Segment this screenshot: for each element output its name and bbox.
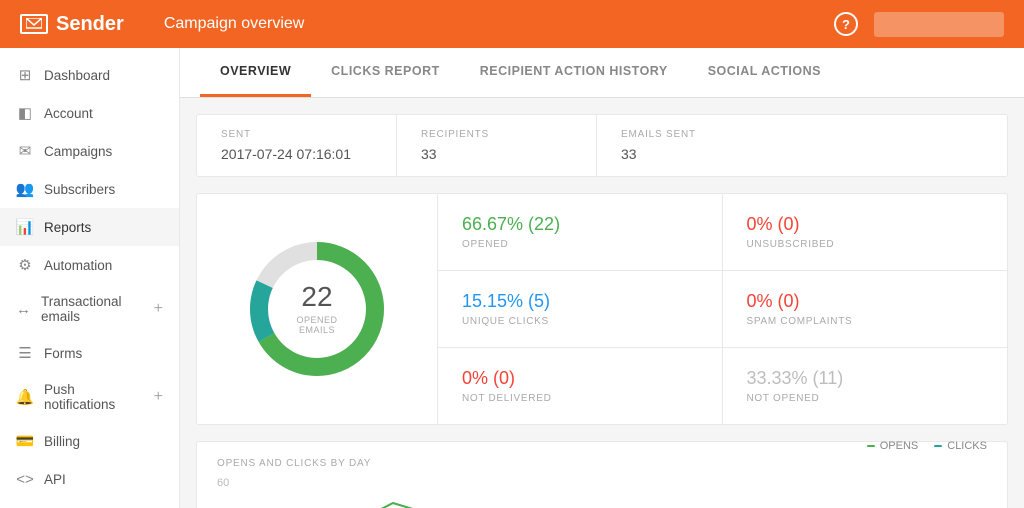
metric-value-3: 0% (0): [747, 291, 800, 312]
clicks-label: CLICKS: [947, 440, 987, 452]
stat-value: 2017-07-24 07:16:01: [221, 146, 372, 162]
sidebar-item-reports[interactable]: 📊 Reports: [0, 208, 179, 246]
metric-label-0: OPENED: [462, 239, 508, 250]
metric-cell-3: 0% (0) SPAM COMPLAINTS: [723, 271, 1008, 348]
stat-emails-sent: EMAILS SENT 33: [597, 115, 797, 176]
sidebar-label-automation: Automation: [44, 258, 112, 273]
search-input[interactable]: [874, 12, 1004, 37]
stat-label: SENT: [221, 129, 372, 140]
metrics-grid: 66.67% (22) OPENED 0% (0) UNSUBSCRIBED 1…: [437, 194, 1007, 424]
metric-cell-0: 66.67% (22) OPENED: [438, 194, 723, 271]
subscribers-icon: 👥: [16, 180, 34, 198]
billing-icon: 💳: [16, 432, 34, 450]
clicks-dot: [934, 445, 942, 447]
automation-icon: ⚙: [16, 256, 34, 274]
stat-label: RECIPIENTS: [421, 129, 572, 140]
tab-clicks[interactable]: CLICKS REPORT: [311, 48, 460, 97]
stat-value: 33: [421, 146, 572, 162]
plus-push[interactable]: +: [154, 388, 163, 406]
help-button[interactable]: ?: [834, 12, 858, 36]
sidebar-label-reports: Reports: [44, 220, 91, 235]
sidebar-label-campaigns: Campaigns: [44, 144, 112, 159]
sidebar-label-forms: Forms: [44, 346, 82, 361]
sidebar: ⊞ Dashboard ◧ Account ✉ Campaigns 👥 Subs…: [0, 48, 180, 508]
chart-legend: OPENS CLICKS: [867, 440, 987, 452]
metric-cell-4: 0% (0) NOT DELIVERED: [438, 348, 723, 424]
stat-sent: SENT 2017-07-24 07:16:01: [197, 115, 397, 176]
campaigns-icon: ✉: [16, 142, 34, 160]
metric-label-4: NOT DELIVERED: [462, 393, 552, 404]
reports-icon: 📊: [16, 218, 34, 236]
metric-value-0: 66.67% (22): [462, 214, 560, 235]
legend-opens: OPENS: [867, 440, 919, 452]
main-panel: 22 OPENED EMAILS 66.67% (22) OPENED 0% (…: [196, 193, 1008, 425]
sidebar-item-campaigns[interactable]: ✉ Campaigns: [0, 132, 179, 170]
metric-label-3: SPAM COMPLAINTS: [747, 316, 853, 327]
y-label-60: 60: [217, 477, 987, 489]
metric-cell-1: 0% (0) UNSUBSCRIBED: [723, 194, 1008, 271]
donut-chart: 22 OPENED EMAILS: [237, 229, 397, 389]
opens-label: OPENS: [880, 440, 919, 452]
metric-value-1: 0% (0): [747, 214, 800, 235]
tab-recipient[interactable]: RECIPIENT ACTION HISTORY: [460, 48, 688, 97]
sidebar-item-forms[interactable]: ☰ Forms: [0, 334, 179, 372]
donut-center: 22 OPENED EMAILS: [277, 283, 357, 335]
stat-recipients: RECIPIENTS 33: [397, 115, 597, 176]
chart-section: OPENS AND CLICKS BY DAY OPENS CLICKS 60: [196, 441, 1008, 508]
logo: Sender: [20, 13, 124, 36]
page-title: Campaign overview: [164, 15, 305, 33]
donut-label: OPENED EMAILS: [277, 315, 357, 335]
metric-label-5: NOT OPENED: [747, 393, 820, 404]
logo-icon: [20, 14, 48, 34]
topnav-right: ?: [834, 12, 1004, 37]
push-icon: 🔔: [16, 388, 34, 406]
metric-value-2: 15.15% (5): [462, 291, 550, 312]
forms-icon: ☰: [16, 344, 34, 362]
tab-overview[interactable]: OVERVIEW: [200, 48, 311, 97]
sidebar-item-dashboard[interactable]: ⊞ Dashboard: [0, 56, 179, 94]
top-navigation: Sender Campaign overview ?: [0, 0, 1024, 48]
donut-area: 22 OPENED EMAILS: [197, 194, 437, 424]
sidebar-item-billing[interactable]: 💳 Billing: [0, 422, 179, 460]
chart-area: [217, 493, 987, 508]
metric-label-2: UNIQUE CLICKS: [462, 316, 549, 327]
chart-title: OPENS AND CLICKS BY DAY: [217, 458, 371, 469]
metric-value-5: 33.33% (11): [747, 368, 844, 389]
api-icon: <>: [16, 470, 34, 488]
sidebar-item-transactional[interactable]: ↔ Transactional emails +: [0, 284, 179, 334]
sidebar-item-account[interactable]: ◧ Account: [0, 94, 179, 132]
stat-value: 33: [621, 146, 773, 162]
sidebar-label-push: Push notifications: [44, 382, 144, 412]
legend-clicks: CLICKS: [934, 440, 987, 452]
stat-label: EMAILS SENT: [621, 129, 773, 140]
transactional-icon: ↔: [16, 300, 31, 318]
sidebar-item-api[interactable]: <> API: [0, 460, 179, 498]
metric-cell-2: 15.15% (5) UNIQUE CLICKS: [438, 271, 723, 348]
sidebar-item-push[interactable]: 🔔 Push notifications +: [0, 372, 179, 422]
plus-transactional[interactable]: +: [154, 300, 163, 318]
tab-social[interactable]: SOCIAL ACTIONS: [688, 48, 841, 97]
metric-label-1: UNSUBSCRIBED: [747, 239, 835, 250]
sidebar-label-subscribers: Subscribers: [44, 182, 115, 197]
donut-number: 22: [277, 283, 357, 311]
sidebar-label-dashboard: Dashboard: [44, 68, 110, 83]
sidebar-item-subscribers[interactable]: 👥 Subscribers: [0, 170, 179, 208]
sidebar-label-api: API: [44, 472, 66, 487]
account-icon: ◧: [16, 104, 34, 122]
dashboard-icon: ⊞: [16, 66, 34, 84]
main-layout: ⊞ Dashboard ◧ Account ✉ Campaigns 👥 Subs…: [0, 48, 1024, 508]
stats-row: SENT 2017-07-24 07:16:01 RECIPIENTS 33 E…: [196, 114, 1008, 177]
metric-value-4: 0% (0): [462, 368, 515, 389]
sidebar-item-automation[interactable]: ⚙ Automation: [0, 246, 179, 284]
sidebar-label-billing: Billing: [44, 434, 80, 449]
metric-cell-5: 33.33% (11) NOT OPENED: [723, 348, 1008, 424]
sidebar-label-account: Account: [44, 106, 93, 121]
content-area: OVERVIEWCLICKS REPORTRECIPIENT ACTION HI…: [180, 48, 1024, 508]
logo-text: Sender: [56, 13, 124, 36]
opens-dot: [867, 445, 875, 447]
tabs-bar: OVERVIEWCLICKS REPORTRECIPIENT ACTION HI…: [180, 48, 1024, 98]
sidebar-label-transactional: Transactional emails: [41, 294, 144, 324]
